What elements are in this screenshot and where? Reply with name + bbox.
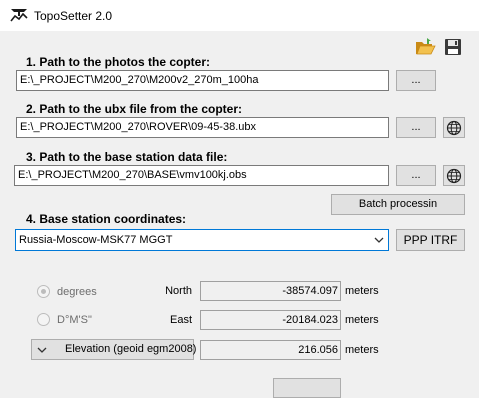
- elevation-label: Elevation (geoid egm2008): [65, 343, 197, 355]
- north-label: North: [165, 285, 192, 297]
- title-bar: TopoSetter 2.0: [0, 0, 479, 31]
- north-unit: meters: [345, 285, 379, 297]
- ubx-web-button[interactable]: [443, 117, 465, 138]
- elevation-unit: meters: [345, 344, 379, 356]
- east-unit: meters: [345, 314, 379, 326]
- base-coords-label: 4. Base station coordinates:: [26, 212, 187, 226]
- ppp-itrf-button[interactable]: PPP ITRF: [396, 229, 465, 251]
- folder-open-icon[interactable]: [414, 37, 436, 57]
- east-field[interactable]: -20184.023: [200, 310, 341, 330]
- radio-dms-dot: [37, 313, 50, 326]
- globe-icon: [446, 168, 462, 183]
- base-path-label: 3. Path to the base station data file:: [26, 150, 228, 164]
- ubx-path-field[interactable]: E:\_PROJECT\M200_270\ROVER\09-45-38.ubx: [16, 117, 389, 138]
- elevation-field[interactable]: 216.056: [200, 340, 341, 360]
- radio-dms-label: D°M'S": [57, 313, 92, 326]
- batch-processing-button[interactable]: Batch processin: [331, 194, 465, 215]
- chevron-down-icon: [374, 237, 384, 243]
- radio-degrees-dot: [37, 285, 50, 298]
- floppy-disk-icon[interactable]: [442, 37, 464, 57]
- photos-path-field[interactable]: E:\_PROJECT\M200_270\M200v2_270m_100ha: [16, 70, 389, 91]
- radio-degrees[interactable]: degrees: [37, 285, 97, 298]
- base-web-button[interactable]: [443, 165, 465, 186]
- photos-path-label: 1. Path to the photos the copter:: [26, 55, 211, 69]
- ubx-browse-button[interactable]: ...: [396, 117, 436, 138]
- radio-dms[interactable]: D°M'S": [37, 313, 92, 326]
- globe-icon: [446, 120, 462, 135]
- toposetter-app-icon: [10, 9, 28, 22]
- coordinate-system-value: Russia-Moscow-MSK77 MGGT: [19, 234, 173, 246]
- coordinate-system-select[interactable]: Russia-Moscow-MSK77 MGGT: [15, 229, 389, 251]
- chevron-down-icon: [37, 347, 47, 353]
- photos-browse-button[interactable]: ...: [396, 70, 436, 91]
- ubx-path-label: 2. Path to the ubx file from the copter:: [26, 102, 243, 116]
- window-title: TopoSetter 2.0: [34, 9, 113, 23]
- radio-degrees-label: degrees: [57, 285, 97, 298]
- base-browse-button[interactable]: ...: [396, 165, 436, 186]
- elevation-type-button[interactable]: Elevation (geoid egm2008): [31, 339, 197, 360]
- east-label: East: [169, 314, 192, 326]
- base-path-field[interactable]: E:\_PROJECT\M200_270\BASE\vmv100kj.obs: [14, 165, 389, 186]
- run-button[interactable]: [273, 378, 341, 398]
- north-field[interactable]: -38574.097: [200, 281, 341, 301]
